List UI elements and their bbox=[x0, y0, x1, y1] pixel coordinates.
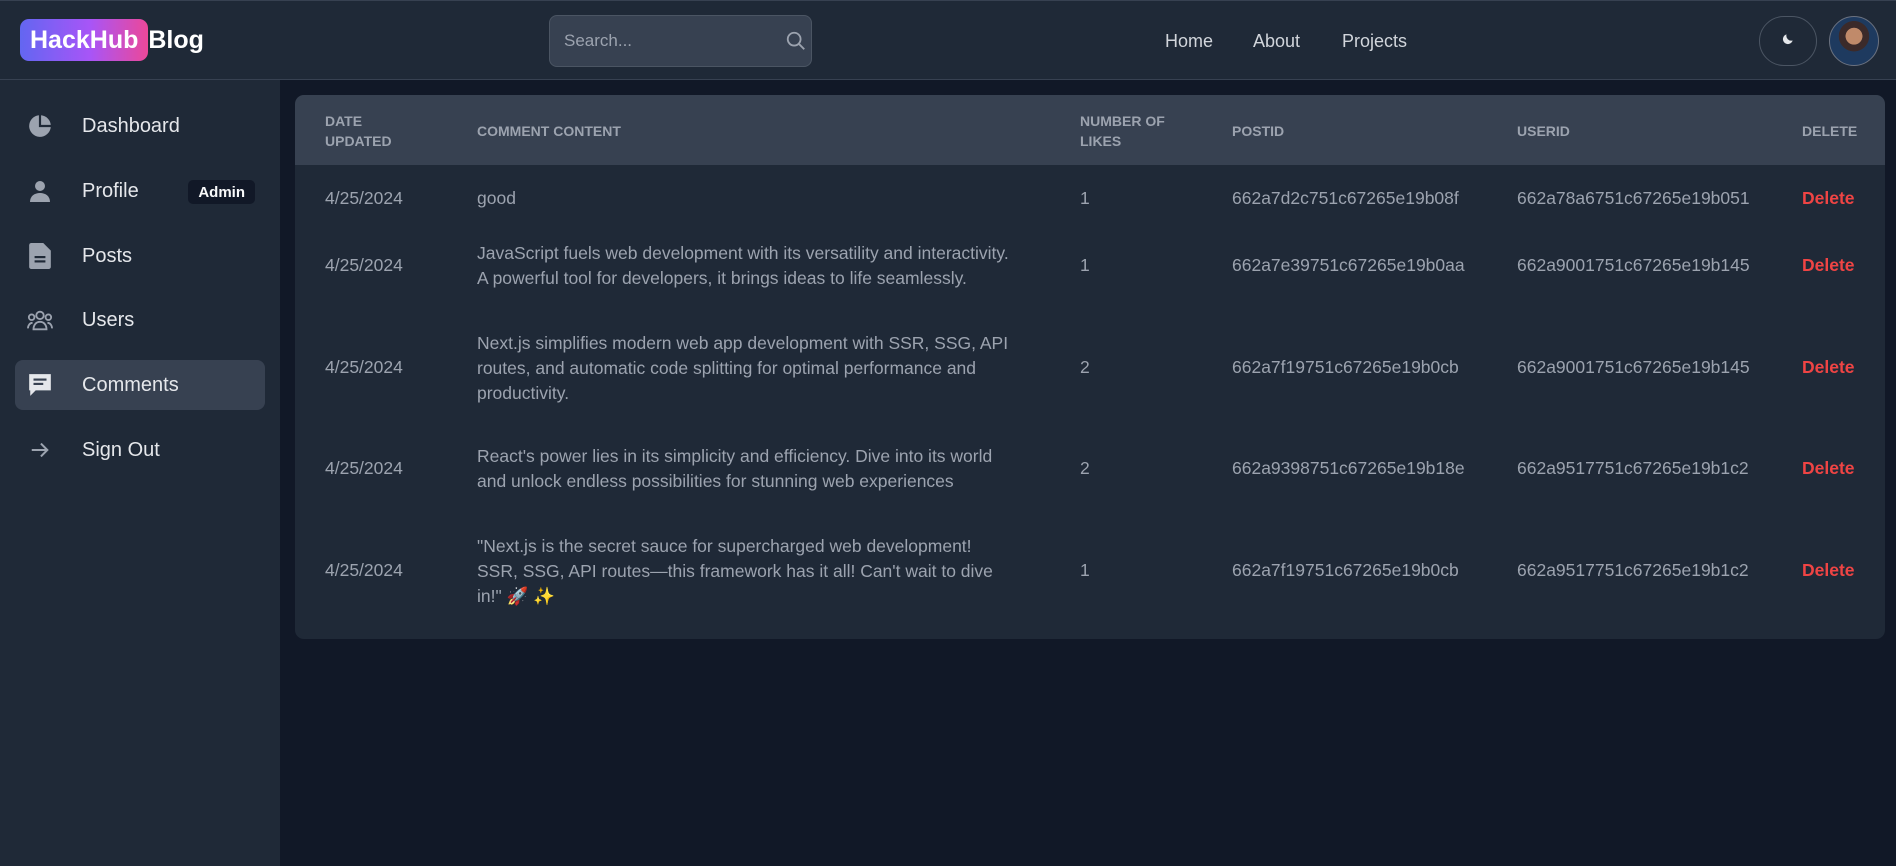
header-date: DATE UPDATED bbox=[325, 113, 392, 149]
sidebar-item-posts[interactable]: Posts bbox=[15, 231, 265, 281]
nav-home[interactable]: Home bbox=[1165, 1, 1213, 81]
sidebar-item-label: Comments bbox=[82, 373, 179, 396]
nav-projects[interactable]: Projects bbox=[1342, 1, 1407, 81]
delete-button[interactable]: Delete bbox=[1802, 186, 1855, 211]
cell-likes: 2 bbox=[1080, 458, 1090, 478]
nav-about-link[interactable]: About bbox=[1253, 31, 1300, 52]
delete-button[interactable]: Delete bbox=[1802, 558, 1855, 583]
sidebar: Dashboard Profile Admin Posts Users Comm… bbox=[0, 80, 280, 866]
cell-date: 4/25/2024 bbox=[325, 188, 403, 208]
sidebar-item-label: Sign Out bbox=[82, 438, 160, 461]
sidebar-item-label: Posts bbox=[82, 244, 133, 267]
users-icon bbox=[27, 307, 53, 333]
pie-chart-icon bbox=[27, 113, 53, 139]
cell-userid: 662a9001751c67265e19b145 bbox=[1517, 357, 1750, 377]
sidebar-item-profile[interactable]: Profile Admin bbox=[15, 166, 265, 216]
comment-icon bbox=[27, 372, 53, 398]
delete-button[interactable]: Delete bbox=[1802, 355, 1855, 380]
cell-userid: 662a78a6751c67265e19b051 bbox=[1517, 188, 1750, 208]
cell-content: good bbox=[477, 188, 516, 208]
nav-home-link[interactable]: Home bbox=[1165, 31, 1213, 52]
header-postid: POSTID bbox=[1232, 123, 1285, 139]
logo-text: Blog bbox=[148, 25, 204, 54]
user-avatar[interactable] bbox=[1829, 16, 1879, 66]
site-logo[interactable]: HackHub Blog bbox=[20, 19, 204, 61]
header-likes: NUMBER OF LIKES bbox=[1080, 113, 1165, 149]
cell-userid: 662a9001751c67265e19b145 bbox=[1517, 255, 1750, 275]
delete-button[interactable]: Delete bbox=[1802, 253, 1855, 278]
search-box[interactable] bbox=[549, 15, 812, 67]
cell-postid: 662a9398751c67265e19b18e bbox=[1232, 458, 1465, 478]
header-userid: USERID bbox=[1517, 123, 1570, 139]
table-header: DATE UPDATED COMMENT CONTENT NUMBER OF L… bbox=[295, 95, 1885, 165]
table-row: 4/25/2024 React's power lies in its simp… bbox=[295, 433, 1885, 523]
nav-about[interactable]: About bbox=[1253, 1, 1300, 81]
sidebar-item-dashboard[interactable]: Dashboard bbox=[15, 101, 265, 151]
cell-likes: 2 bbox=[1080, 357, 1090, 377]
cell-likes: 1 bbox=[1080, 255, 1090, 275]
sidebar-item-label: Users bbox=[82, 308, 135, 331]
moon-icon bbox=[1781, 32, 1795, 51]
nav-projects-link[interactable]: Projects bbox=[1342, 31, 1407, 52]
cell-postid: 662a7f19751c67265e19b0cb bbox=[1232, 560, 1459, 580]
cell-content: JavaScript fuels web development with it… bbox=[477, 243, 1009, 288]
search-icon[interactable] bbox=[785, 30, 807, 52]
cell-date: 4/25/2024 bbox=[325, 255, 403, 275]
comments-table: DATE UPDATED COMMENT CONTENT NUMBER OF L… bbox=[295, 95, 1885, 639]
sidebar-item-comments[interactable]: Comments bbox=[15, 360, 265, 410]
sidebar-item-users[interactable]: Users bbox=[15, 295, 265, 345]
sidebar-item-label: Dashboard bbox=[82, 114, 180, 137]
table-row: 4/25/2024 "Next.js is the secret sauce f… bbox=[295, 523, 1885, 639]
sidebar-item-signout[interactable]: Sign Out bbox=[15, 425, 265, 475]
cell-date: 4/25/2024 bbox=[325, 458, 403, 478]
search-input[interactable] bbox=[564, 31, 785, 51]
theme-toggle-button[interactable] bbox=[1759, 16, 1817, 66]
cell-userid: 662a9517751c67265e19b1c2 bbox=[1517, 458, 1749, 478]
arrow-right-icon bbox=[27, 437, 53, 463]
cell-content: React's power lies in its simplicity and… bbox=[477, 446, 993, 491]
table-row: 4/25/2024 JavaScript fuels web developme… bbox=[295, 230, 1885, 320]
cell-likes: 1 bbox=[1080, 188, 1090, 208]
header-delete: DELETE bbox=[1802, 123, 1858, 139]
cell-userid: 662a9517751c67265e19b1c2 bbox=[1517, 560, 1749, 580]
cell-postid: 662a7e39751c67265e19b0aa bbox=[1232, 255, 1465, 275]
sidebar-item-label: Profile bbox=[82, 179, 139, 202]
table-row: 4/25/2024 Next.js simplifies modern web … bbox=[295, 320, 1885, 433]
top-navbar: HackHub Blog Home About Projects bbox=[0, 0, 1896, 80]
cell-postid: 662a7f19751c67265e19b0cb bbox=[1232, 357, 1459, 377]
user-icon bbox=[27, 178, 53, 204]
cell-postid: 662a7d2c751c67265e19b08f bbox=[1232, 188, 1459, 208]
header-content: COMMENT CONTENT bbox=[477, 123, 621, 139]
document-icon bbox=[27, 243, 53, 269]
cell-content: "Next.js is the secret sauce for superch… bbox=[477, 536, 993, 606]
cell-content: Next.js simplifies modern web app develo… bbox=[477, 333, 1009, 403]
logo-badge: HackHub bbox=[20, 19, 149, 61]
cell-date: 4/25/2024 bbox=[325, 560, 403, 580]
cell-date: 4/25/2024 bbox=[325, 357, 403, 377]
admin-badge: Admin bbox=[188, 180, 255, 204]
delete-button[interactable]: Delete bbox=[1802, 456, 1855, 481]
table-row: 4/25/2024 good 1 662a7d2c751c67265e19b08… bbox=[295, 165, 1885, 230]
cell-likes: 1 bbox=[1080, 560, 1090, 580]
